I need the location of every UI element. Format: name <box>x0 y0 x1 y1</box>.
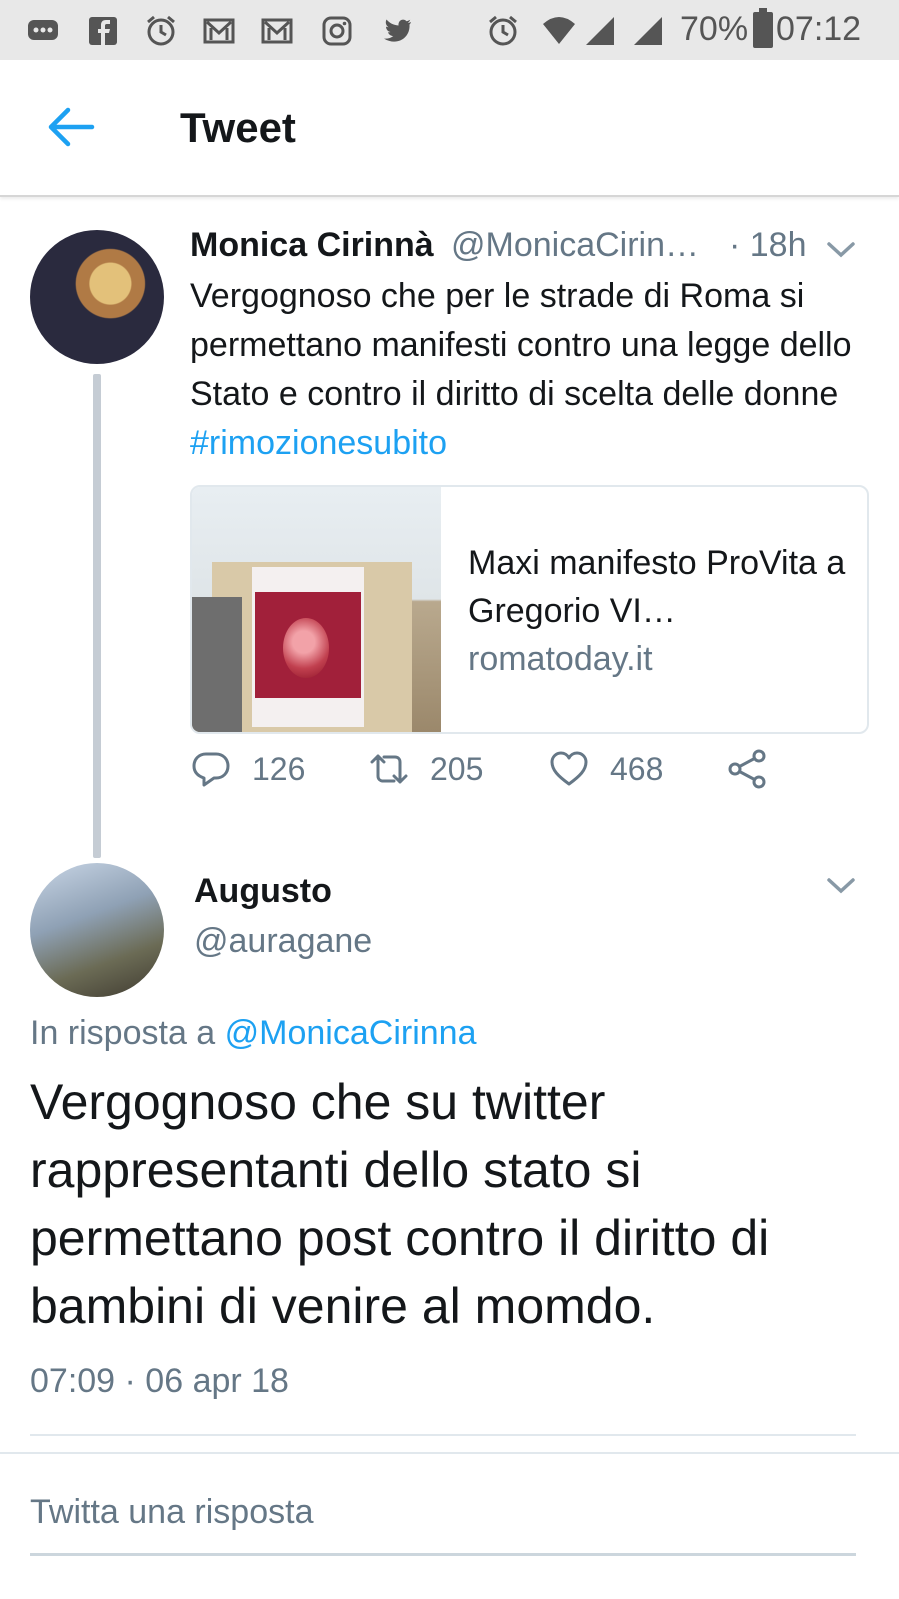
battery-icon <box>753 8 773 48</box>
heart-icon <box>550 751 588 786</box>
signal-icon <box>630 12 668 50</box>
tweet-text: Vergognoso che per le strade di Roma si … <box>190 272 880 468</box>
card-domain: romatoday.it <box>468 640 653 678</box>
author-name[interactable]: Monica Cirinnà <box>190 226 434 265</box>
billboard-footer <box>255 698 361 724</box>
back-button[interactable] <box>46 105 96 149</box>
tweet-body: Vergognoso che per le strade di Roma si … <box>190 277 852 413</box>
alarm-icon <box>484 12 522 50</box>
like-count: 468 <box>610 750 664 787</box>
billboard-header <box>255 570 361 592</box>
status-time: 07:12 <box>776 10 862 48</box>
chevron-down-icon <box>827 242 855 258</box>
status-bar: 70% 07:12 <box>0 0 899 60</box>
link-card[interactable]: Maxi manifesto ProVita a Gregorio VI… ro… <box>190 485 869 734</box>
tweet-menu-button[interactable] <box>826 876 856 896</box>
instagram-icon <box>318 12 356 50</box>
like-button[interactable]: 468 <box>548 748 663 790</box>
divider <box>0 1452 899 1454</box>
tweet-time: · 18h <box>729 226 807 264</box>
reply-count: 126 <box>252 750 306 787</box>
facebook-icon <box>84 12 122 50</box>
billboard-image <box>252 567 364 727</box>
wifi-icon <box>540 12 578 50</box>
signal-icon <box>582 12 620 50</box>
hashtag-link[interactable]: #rimozionesubito <box>190 424 447 462</box>
tweet-actions: 126 205 468 <box>0 748 899 804</box>
reply-button[interactable]: 126 <box>190 748 305 790</box>
tweet-timestamp: 07:09 · 06 apr 18 <box>30 1362 289 1400</box>
gmail-icon <box>200 12 238 50</box>
reply-to-label: In risposta a <box>30 1014 225 1052</box>
app-header: Tweet <box>0 60 899 197</box>
gmail-icon <box>258 12 296 50</box>
chat-bubble-icon <box>24 12 62 50</box>
billboard-graphic <box>283 618 329 678</box>
reply-icon <box>192 752 230 787</box>
arrow-left-icon <box>48 107 95 147</box>
author-handle[interactable]: @auragane <box>194 922 372 961</box>
avatar[interactable] <box>30 863 164 997</box>
chevron-down-icon <box>827 878 855 894</box>
author-name[interactable]: Augusto <box>194 872 332 911</box>
retweet-button[interactable]: 205 <box>368 748 483 790</box>
reply-to-mention[interactable]: @MonicaCirinna <box>225 1014 477 1052</box>
author-handle[interactable]: @MonicaCirin… <box>451 226 699 265</box>
tweet-menu-button[interactable] <box>826 240 856 260</box>
divider <box>30 1434 856 1436</box>
share-button[interactable] <box>726 748 768 790</box>
share-icon <box>728 749 766 789</box>
reply-input[interactable]: Twitta una risposta <box>30 1493 313 1532</box>
tweet-text: Vergognoso che su twitter rappresentanti… <box>30 1074 770 1334</box>
page-title: Tweet <box>180 104 296 151</box>
retweet-count: 205 <box>430 750 484 787</box>
building-balconies <box>192 597 242 732</box>
reply-input-underline <box>30 1553 856 1556</box>
alarm-icon <box>142 12 180 50</box>
reply-context: In risposta a @MonicaCirinna <box>30 1014 477 1053</box>
avatar[interactable] <box>30 230 164 364</box>
retweet-icon <box>370 754 408 784</box>
twitter-icon <box>378 12 416 50</box>
card-thumbnail <box>192 487 441 732</box>
card-title: Maxi manifesto ProVita a Gregorio VI… <box>468 544 846 630</box>
battery-percent: 70% <box>680 10 749 48</box>
